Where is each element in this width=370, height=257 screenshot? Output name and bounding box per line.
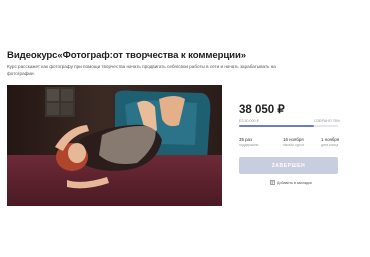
course-description: Курс расскажет как фотографу при помощи … [7, 64, 276, 76]
add-to-bookmarks-link[interactable]: Добавить в закладки [270, 180, 312, 185]
stat-label: поддержали [239, 143, 259, 147]
stat-supporters: 35 раз поддержали [239, 137, 273, 147]
course-price: 38 050 ₽ [239, 104, 285, 116]
stat-value: 16 ноября [283, 137, 304, 142]
stat-label: дата конца [321, 143, 339, 147]
course-status-button[interactable]: ЗАВЕРШЕН [239, 157, 338, 174]
course-cover-photo [7, 85, 222, 206]
funding-progress-bar [239, 125, 338, 127]
stat-label: начало курса [283, 143, 304, 147]
funding-progress-fill [239, 125, 315, 127]
stat-value: 35 раз [239, 137, 252, 142]
stat-start-date: 16 ноября начало курса [283, 137, 317, 147]
bookmark-label: Добавить в закладки [277, 180, 312, 185]
stat-end-date: 1 ноября дата конца [321, 137, 355, 147]
progress-goal-label: ЕЗ 50 000 ₽ [239, 119, 259, 123]
bookmark-icon [270, 180, 275, 185]
stat-value: 1 ноября [321, 137, 340, 142]
progress-collected-label: СОБРАНО 76% [314, 119, 340, 123]
course-title: Видеокурс«Фотограф:от творчества к комме… [7, 50, 246, 61]
